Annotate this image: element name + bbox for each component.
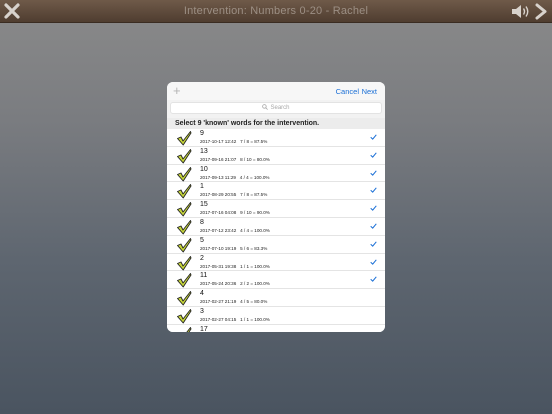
- list-item[interactable]: 5 2017-07-10 19:19 5 / 6 = 83.3%: [167, 235, 385, 254]
- selected-check-icon: [370, 134, 377, 140]
- list-item[interactable]: 11 2017-05-24 20:36 2 / 2 = 100.0%: [167, 271, 385, 290]
- add-button[interactable]: +: [173, 84, 181, 97]
- checkmark-icon: [177, 148, 192, 164]
- list-item[interactable]: 10 2017-09-13 11:29 4 / 4 = 100.0%: [167, 164, 385, 183]
- word-select-dialog: + Cancel Next Search Select 9 'known' wo…: [167, 82, 385, 332]
- checkmark-icon: [177, 220, 192, 235]
- speaker-icon[interactable]: [511, 3, 531, 20]
- list-item[interactable]: 2 2017-05-31 19:38 1 / 1 = 100.0%: [167, 253, 385, 272]
- list-item[interactable]: 1 2017-08-29 20:55 7 / 8 = 87.5%: [167, 182, 385, 201]
- search-input[interactable]: Search: [170, 102, 382, 114]
- list-item[interactable]: 3 2017-02-27 04:15 1 / 1 = 100.0%: [167, 306, 385, 325]
- word-stats: 2017-07-12 23:42 4 / 4 = 100.0%: [200, 227, 270, 233]
- checkmark-icon: [177, 202, 192, 217]
- instruction-text: Select 9 'known' words for the intervent…: [167, 118, 385, 129]
- list-item[interactable]: 4 2017-02-27 21:19 4 / 5 = 80.0%: [167, 289, 385, 307]
- selected-check-icon: [370, 152, 377, 158]
- word-label: 1: [200, 183, 204, 191]
- page-title: Intervention: Numbers 0-20 - Rachel: [183, 5, 369, 17]
- checkmark-icon: [177, 255, 192, 271]
- list-item[interactable]: 15 2017-07-16 04:08 9 / 10 = 90.0%: [167, 200, 385, 218]
- word-label: 8: [200, 218, 204, 226]
- top-bar: Intervention: Numbers 0-20 - Rachel: [0, 0, 552, 23]
- selected-check-icon: [370, 241, 377, 247]
- search-placeholder: Search: [270, 105, 290, 111]
- word-label: 17: [200, 325, 208, 332]
- selected-check-icon: [370, 259, 377, 265]
- word-label: 3: [200, 307, 204, 315]
- cancel-button[interactable]: Cancel: [336, 87, 359, 96]
- word-stats: 2017-05-24 20:36 2 / 2 = 100.0%: [200, 281, 270, 287]
- list-item[interactable]: 8 2017-07-12 23:42 4 / 4 = 100.0%: [167, 217, 385, 236]
- list-item[interactable]: 9 2017-10-17 12:42 7 / 8 = 87.5%: [167, 129, 385, 147]
- selected-check-icon: [370, 205, 377, 212]
- selected-check-icon: [370, 170, 377, 176]
- list-item[interactable]: 17: [167, 324, 385, 332]
- word-stats: 2017-09-16 21:07 8 / 10 = 80.0%: [200, 156, 270, 162]
- word-label: 13: [200, 147, 208, 155]
- word-stats: 2017-08-29 20:55 7 / 8 = 87.5%: [200, 192, 268, 198]
- word-stats: 2017-02-27 21:19 4 / 5 = 80.0%: [200, 299, 268, 305]
- word-stats: 2017-07-10 19:19 5 / 6 = 83.3%: [200, 245, 268, 251]
- word-stats: 2017-10-17 12:42 7 / 8 = 87.5%: [200, 139, 268, 144]
- selected-check-icon: [370, 187, 377, 194]
- word-stats: 2017-05-31 19:38 1 / 1 = 100.0%: [200, 263, 270, 269]
- checkmark-icon: [177, 237, 192, 253]
- word-stats: 2017-02-27 04:15 1 / 1 = 100.0%: [200, 316, 270, 322]
- checkmark-icon: [186, 326, 192, 332]
- forward-arrow-icon[interactable]: [533, 3, 549, 20]
- list-item[interactable]: 13 2017-09-16 21:07 8 / 10 = 80.0%: [167, 146, 385, 165]
- checkmark-icon: [177, 273, 192, 288]
- word-label: 9: [200, 130, 204, 137]
- word-stats: 2017-07-16 04:08 9 / 10 = 90.0%: [200, 210, 270, 216]
- selected-check-icon: [370, 276, 377, 283]
- word-stats: 2017-09-13 11:29 4 / 4 = 100.0%: [200, 174, 270, 180]
- word-label: 15: [200, 201, 208, 209]
- selected-check-icon: [370, 223, 377, 229]
- search-bar: Search: [167, 100, 385, 118]
- checkmark-icon: [177, 184, 192, 199]
- word-label: 10: [200, 165, 208, 173]
- search-icon: [262, 104, 269, 110]
- checkmark-icon: [177, 131, 192, 146]
- checkmark-icon: [177, 291, 192, 306]
- word-label: 2: [200, 254, 204, 262]
- word-list: 9 2017-10-17 12:42 7 / 8 = 87.5% 13 2017-09…: [167, 129, 385, 332]
- next-button[interactable]: Next: [362, 87, 377, 96]
- word-label: 4: [200, 290, 204, 298]
- checkmark-icon: [177, 166, 192, 182]
- dialog-header: + Cancel Next: [167, 82, 385, 100]
- checkmark-icon: [177, 309, 192, 324]
- word-label: 11: [200, 272, 208, 280]
- word-label: 5: [200, 236, 204, 244]
